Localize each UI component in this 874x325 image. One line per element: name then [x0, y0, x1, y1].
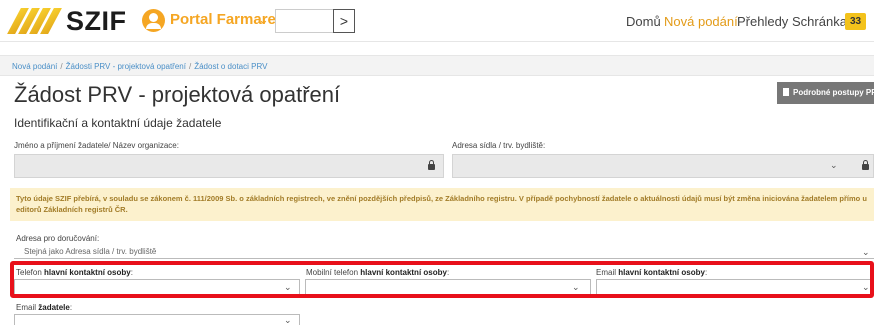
applicant-email-select[interactable]	[14, 314, 300, 325]
document-icon	[783, 88, 789, 96]
address-field	[452, 154, 874, 178]
szif-logo-icon	[7, 8, 62, 34]
nav-overviews[interactable]: Přehledy	[737, 14, 788, 29]
logo-text[interactable]: SZIF	[66, 6, 127, 37]
applicant-name-field	[14, 154, 444, 178]
inbox-count-badge[interactable]: 33	[845, 13, 866, 30]
procedures-button-label: Podrobné postupy PRV	[793, 88, 874, 97]
chevron-down-icon[interactable]: ⌄	[862, 247, 870, 258]
breadcrumb: Nová podání / Žádosti PRV - projektová opa…	[0, 55, 874, 76]
chevron-down-icon: ⌄	[830, 160, 838, 170]
chevron-down-icon[interactable]: ⌄	[284, 315, 292, 325]
delivery-address-label: Adresa pro doručování:	[16, 234, 100, 243]
applicant-name-label: Jméno a příjmení žadatele/ Název organiz…	[14, 141, 179, 150]
top-navbar: SZIF Portal Farmare ⌄ > Domů Nová podání…	[0, 0, 874, 42]
lock-icon	[862, 160, 869, 170]
breadcrumb-item[interactable]: Nová podání	[12, 62, 57, 71]
nav-home[interactable]: Domů	[626, 14, 661, 29]
subject-selector-input[interactable]	[275, 9, 333, 33]
user-avatar-icon[interactable]	[142, 9, 165, 32]
chevron-down-icon[interactable]: ⌄	[258, 12, 269, 28]
section-title: Identifikační a kontaktní údaje žadatele	[14, 116, 222, 130]
delivery-address-select[interactable]: Stejná jako Adresa sídla / trv. bydliště	[14, 244, 874, 259]
registry-notice: Tyto údaje SZIF přebírá, v souladu se zá…	[10, 188, 874, 221]
nav-new-submissions[interactable]: Nová podání	[664, 14, 738, 29]
applicant-email-label: Email žadatele:	[16, 303, 73, 312]
address-label: Adresa sídla / trv. bydliště:	[452, 141, 546, 150]
delivery-address-value: Stejná jako Adresa sídla / trv. bydliště	[24, 247, 157, 256]
subject-selector-button[interactable]: >	[333, 9, 355, 33]
procedures-button[interactable]: Podrobné postupy PRV	[777, 82, 874, 104]
breadcrumb-item[interactable]: Žádost o dotaci PRV	[194, 62, 267, 71]
highlight-frame	[10, 261, 874, 298]
nav-inbox[interactable]: Schránka	[792, 14, 847, 29]
page-title: Žádost PRV - projektová opatření	[14, 82, 341, 107]
breadcrumb-item[interactable]: Žádosti PRV - projektová opatření	[66, 62, 186, 71]
lock-icon	[428, 160, 435, 170]
